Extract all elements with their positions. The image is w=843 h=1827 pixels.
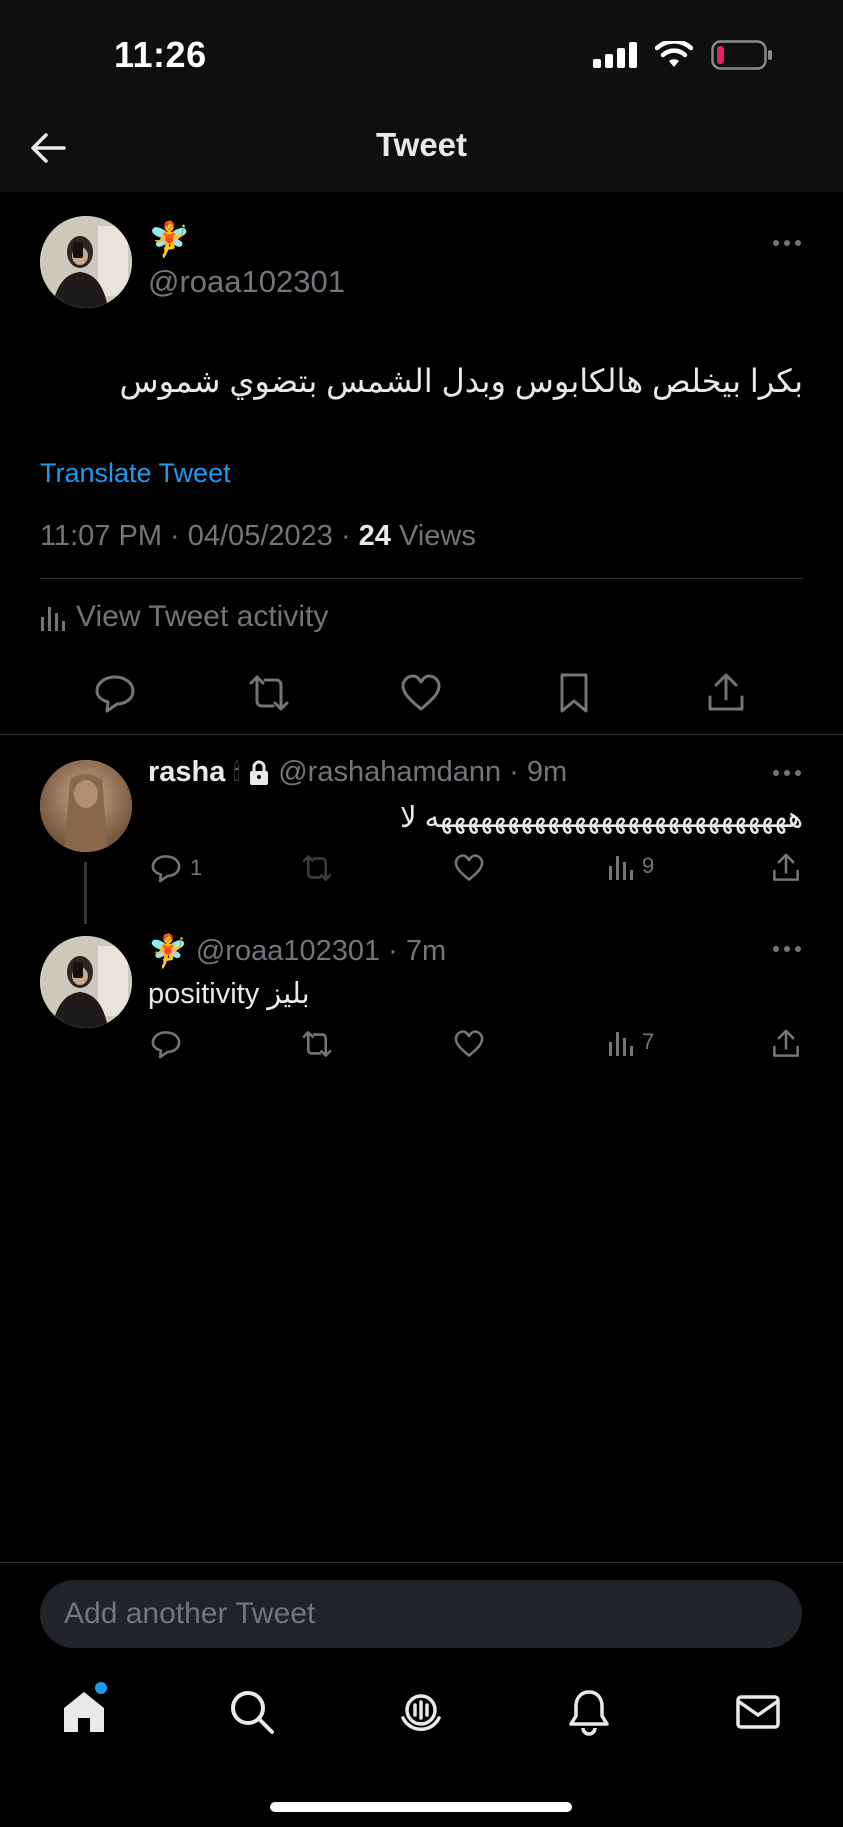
status-bar: 11:26 [0, 0, 843, 100]
analytics-icon [41, 607, 65, 631]
views-count: 24 [358, 520, 391, 552]
views-button[interactable]: 9 [608, 852, 654, 880]
add-tweet-input[interactable]: Add another Tweet [40, 1580, 802, 1648]
avatar[interactable] [40, 216, 132, 308]
reply-count: 1 [190, 855, 203, 880]
avatar[interactable] [40, 760, 132, 852]
messages-icon[interactable] [734, 1688, 782, 1736]
top-header: Tweet [0, 100, 843, 192]
reply-author: 🧚 @roaa102301 · 7m [148, 932, 446, 970]
share-button[interactable] [770, 1028, 802, 1060]
tweet-text: positivity بليز [148, 978, 310, 1010]
like-button[interactable] [453, 1028, 485, 1060]
page-title: Tweet [375, 126, 468, 163]
retweet-icon[interactable] [247, 671, 291, 715]
divider [0, 734, 843, 735]
lock-icon [250, 760, 269, 785]
cellular-signal-icon [593, 42, 637, 68]
bookmark-icon[interactable] [552, 671, 596, 715]
more-options-icon[interactable] [772, 768, 802, 778]
status-icons [593, 40, 773, 70]
share-icon[interactable] [704, 671, 748, 715]
tweet-datetime: 11:07 PM · 04/05/2023 · [40, 520, 359, 552]
analytics-icon [609, 856, 633, 880]
retweet-button[interactable] [301, 1028, 333, 1060]
reply-icon [151, 855, 181, 883]
like-icon [454, 854, 484, 881]
views-label: Views [390, 520, 476, 552]
divider [0, 1562, 843, 1563]
analytics-icon [609, 1032, 633, 1056]
view-count: 9 [642, 853, 655, 878]
avatar[interactable] [40, 936, 132, 1028]
view-tweet-activity-link[interactable]: View Tweet activity [40, 600, 328, 634]
status-time: 11:26 [114, 34, 207, 75]
notifications-icon[interactable] [565, 1688, 613, 1736]
retweet-icon [302, 855, 332, 881]
reply-button[interactable]: 1 [150, 852, 202, 884]
tweet-time: · 9m [509, 756, 568, 788]
retweet-button [301, 852, 333, 884]
candle-emoji: 🕯 [233, 758, 241, 786]
like-button[interactable] [453, 852, 485, 884]
divider [40, 578, 803, 579]
home-icon[interactable] [60, 1688, 108, 1736]
tweet-time: · 7m [388, 934, 447, 967]
wifi-icon [655, 41, 693, 67]
reply-icon[interactable] [93, 671, 137, 715]
user-handle[interactable]: @roaa102301 [148, 264, 345, 300]
spaces-icon[interactable] [397, 1688, 445, 1736]
reply-author: rasha 🕯 @rashahamdann · 9m [148, 756, 567, 789]
notification-dot [95, 1682, 107, 1694]
share-icon [773, 853, 799, 881]
activity-label: View Tweet activity [76, 600, 329, 633]
display-name-emoji: 🧚 [148, 221, 191, 259]
battery-icon [711, 40, 772, 70]
user-handle[interactable]: @rashahamdann [278, 756, 501, 789]
reply-button[interactable] [150, 1028, 182, 1060]
display-name[interactable]: rasha [148, 756, 225, 789]
search-icon[interactable] [228, 1688, 276, 1736]
share-icon [773, 1029, 799, 1057]
tweet-meta: 11:07 PM · 04/05/2023 · 24 Views [40, 520, 476, 553]
translate-tweet-link[interactable]: Translate Tweet [40, 458, 231, 489]
views-button[interactable]: 7 [608, 1028, 654, 1056]
more-options-icon[interactable] [772, 238, 802, 248]
share-button[interactable] [770, 852, 802, 884]
reply-icon [151, 1031, 181, 1059]
view-count: 7 [642, 1029, 655, 1054]
user-handle[interactable]: @roaa102301 [196, 935, 380, 968]
more-options-icon[interactable] [772, 944, 802, 954]
like-icon[interactable] [399, 671, 443, 715]
thread-connector [84, 862, 87, 924]
tweet-text: بكرا بيخلص هالكابوس وبدل الشمس بتضوي شمو… [119, 363, 803, 399]
compose-placeholder: Add another Tweet [64, 1597, 316, 1630]
tweet-text: هههههههههههههههههههههههههههه لا [400, 802, 803, 834]
display-name-emoji[interactable]: 🧚 [148, 932, 188, 970]
retweet-icon [302, 1031, 332, 1057]
home-indicator [270, 1802, 572, 1812]
like-icon [454, 1030, 484, 1057]
